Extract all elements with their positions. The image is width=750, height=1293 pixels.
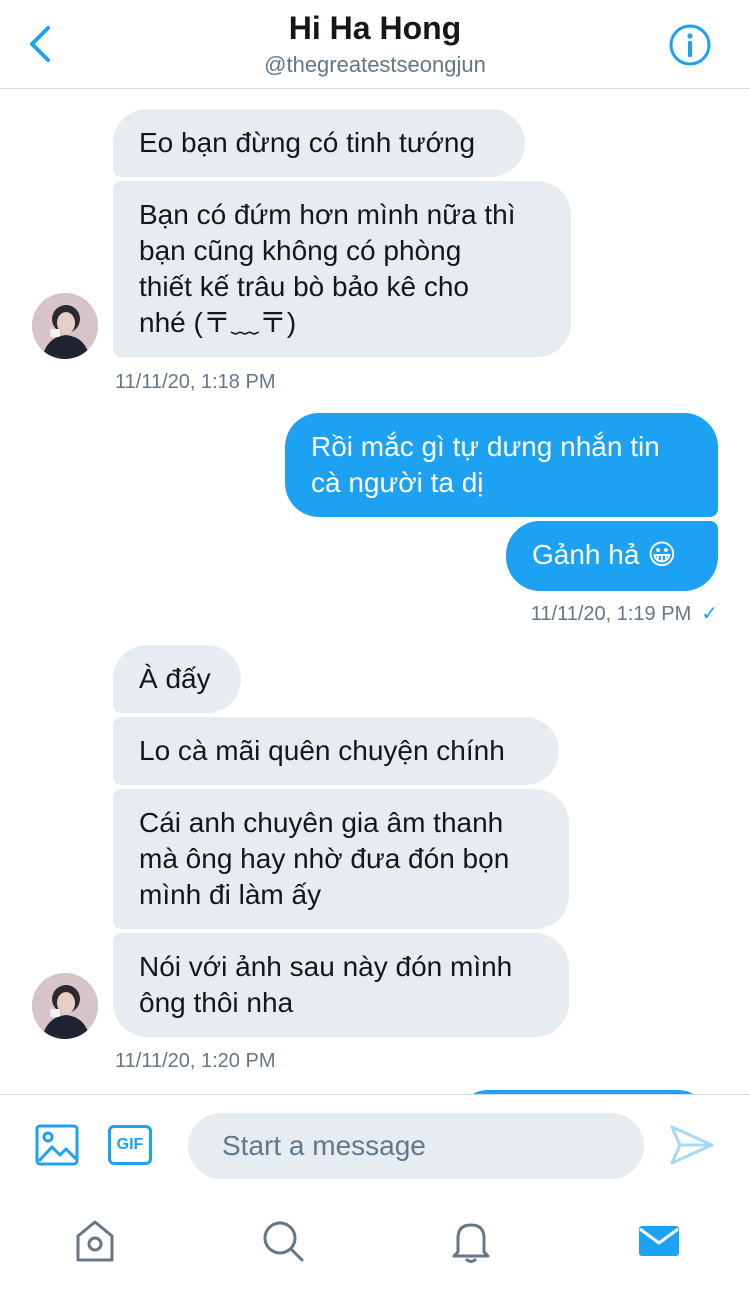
gif-button[interactable]: GIF — [108, 1125, 152, 1165]
home-icon — [76, 1220, 114, 1262]
avatar-photo — [32, 293, 98, 359]
tab-home[interactable] — [72, 1218, 118, 1264]
timestamp: 11/11/20, 1:20 PM — [115, 1050, 276, 1072]
bottom-tab-bar — [0, 1198, 750, 1293]
envelope-icon — [639, 1226, 679, 1256]
message-bubble-incoming[interactable]: Bạn có đứm hơn mình nữa thì bạn cũng khô… — [113, 181, 571, 357]
conversation-handle: @thegreatestseongjun — [264, 52, 486, 77]
send-icon — [670, 1125, 714, 1165]
image-icon — [35, 1124, 79, 1166]
avatar-photo — [32, 973, 98, 1039]
avatar[interactable] — [32, 293, 98, 359]
read-check-icon: ✓ — [701, 603, 718, 625]
message-input[interactable] — [188, 1113, 644, 1179]
timestamp: 11/11/20, 1:18 PM — [115, 371, 276, 393]
message-composer: GIF — [0, 1094, 750, 1199]
message-bubble-incoming[interactable]: Eo bạn đừng có tinh tướng — [113, 109, 525, 177]
timestamp-row: 11/11/20, 1:19 PM ✓ — [420, 601, 718, 626]
add-photo-button[interactable] — [34, 1123, 80, 1167]
message-bubble-incoming[interactable]: À đấy — [113, 645, 241, 713]
tab-search[interactable] — [260, 1218, 306, 1264]
info-icon — [669, 24, 711, 66]
search-icon — [263, 1221, 304, 1262]
message-list[interactable]: Eo bạn đừng có tinh tướng Bạn có đứm hơn… — [0, 89, 750, 1094]
avatar[interactable] — [32, 973, 98, 1039]
conversation-header: Hi Ha Hong @thegreatestseongjun — [0, 0, 750, 89]
timestamp: 11/11/20, 1:19 PM — [530, 603, 692, 625]
message-bubble-incoming[interactable]: Lo cà mãi quên chuyện chính — [113, 717, 559, 785]
tab-messages[interactable] — [636, 1218, 682, 1264]
conversation-title[interactable]: Hi Ha Hong — [0, 10, 750, 47]
tab-notifications[interactable] — [448, 1218, 494, 1264]
bell-icon — [452, 1223, 490, 1263]
send-button[interactable] — [668, 1123, 716, 1167]
message-bubble-outgoing[interactable]: Gảnh hả 😀 — [506, 521, 718, 591]
message-bubble-incoming[interactable]: Cái anh chuyên gia âm thanh mà ông hay n… — [113, 789, 569, 929]
message-bubble-outgoing[interactable]: Rồi mắc gì tự dưng nhắn tin cà người ta … — [285, 413, 718, 517]
message-bubble-incoming[interactable]: Nói với ảnh sau này đón mình ông thôi nh… — [113, 933, 569, 1037]
info-button[interactable] — [668, 23, 712, 67]
